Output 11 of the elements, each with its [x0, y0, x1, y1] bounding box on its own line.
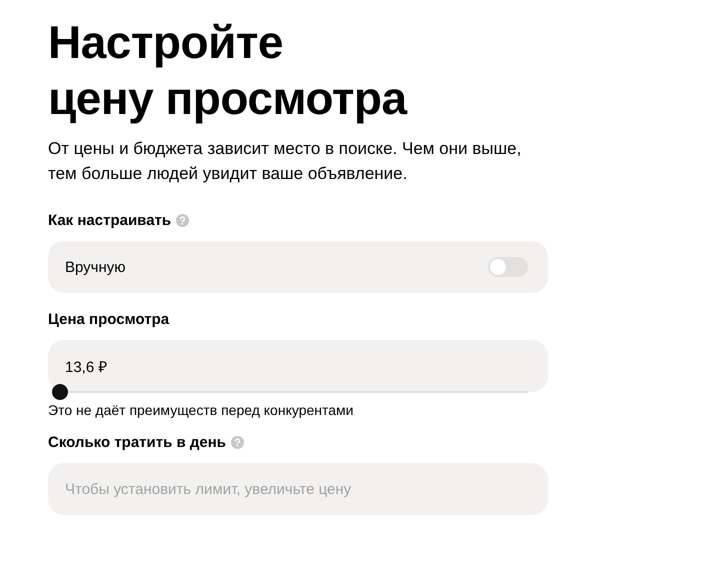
page-title: Настройте цену просмотра [48, 15, 408, 126]
mode-field[interactable]: Вручную [48, 241, 548, 293]
price-value: 13,6 ₽ [65, 358, 108, 376]
price-field[interactable]: 13,6 ₽ [48, 340, 548, 392]
section-label: Сколько тратить в день [48, 434, 226, 451]
description-text: От цены и бюджета зависит место в поиске. Чем они выше, тем больше людей увидит ваше объявление. [48, 138, 522, 185]
placeholder-text: Чтобы установить лимит, увеличьте цену [65, 480, 352, 498]
hint-text: Это не даёт преимуществ перед конкурентами [48, 402, 354, 418]
option-label: Вручную [65, 258, 126, 276]
section-label: Как настраивать [48, 212, 172, 229]
section-label: Цена просмотра [48, 311, 170, 328]
